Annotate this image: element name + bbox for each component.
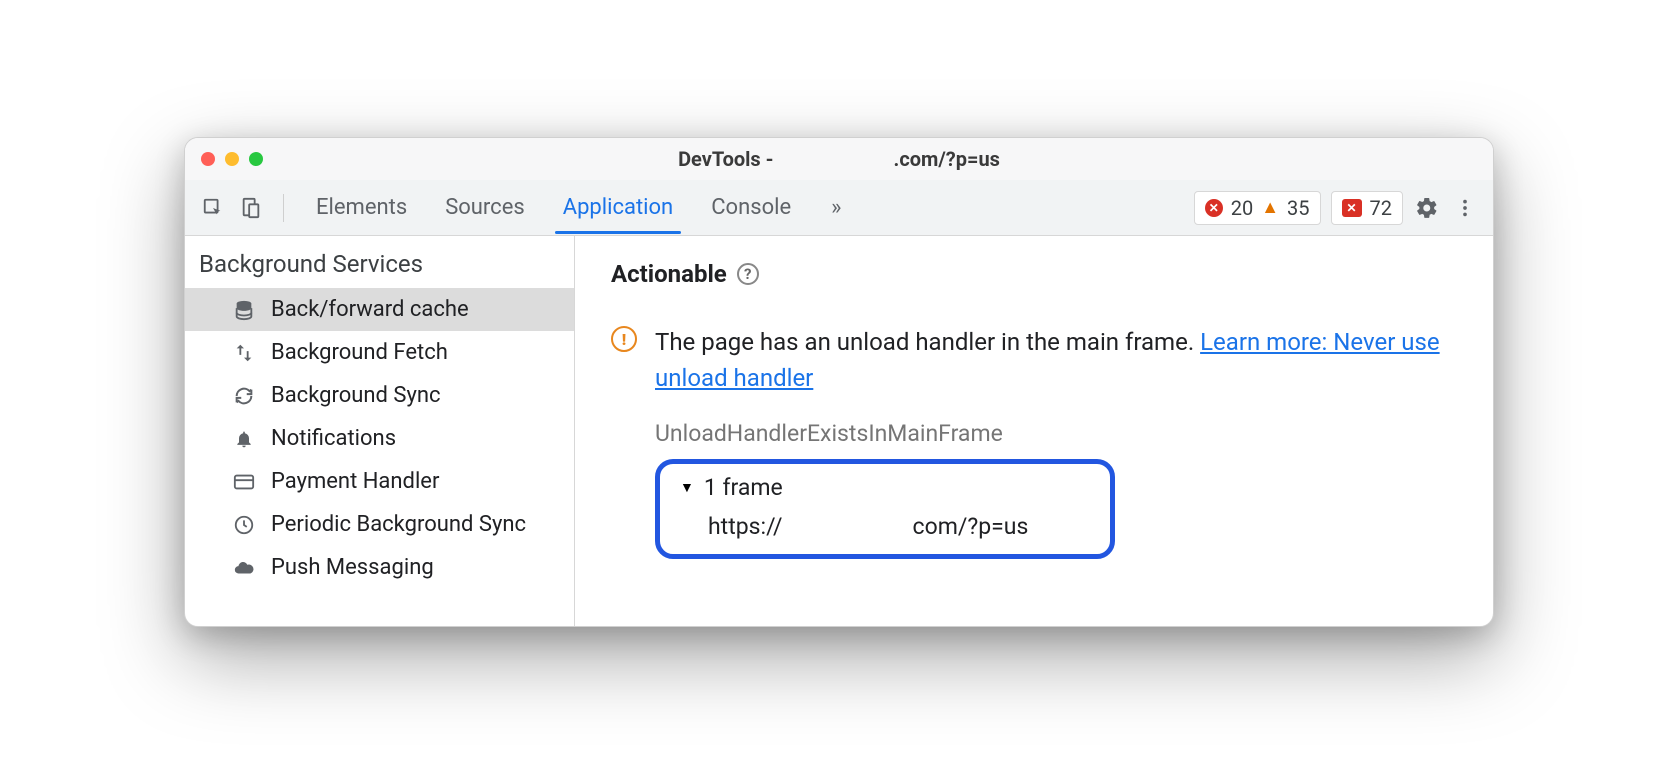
tab-console[interactable]: Console [709,183,793,232]
tab-sources[interactable]: Sources [443,183,527,232]
settings-icon[interactable] [1413,194,1441,222]
panel-tabs: Elements Sources Application Console » [314,183,841,232]
section-heading: Actionable ? [611,260,1457,288]
help-icon[interactable]: ? [737,263,759,285]
error-count: 20 [1231,196,1253,220]
sidebar-item-background-fetch[interactable]: Background Fetch [185,331,574,374]
application-sidebar: Background Services Back/forward cache B… [185,236,575,626]
sidebar-item-push-messaging[interactable]: Push Messaging [185,546,574,589]
error-icon: ✕ [1205,199,1223,217]
issue-message-text: The page has an unload handler in the ma… [655,328,1200,356]
sync-icon [231,385,257,407]
credit-card-icon [231,471,257,493]
reason-code: UnloadHandlerExistsInMainFrame [655,420,1457,447]
title-bar: DevTools - .com/?p=us [185,138,1493,180]
bell-icon [231,429,257,449]
sidebar-item-notifications[interactable]: Notifications [185,417,574,460]
toolbar-divider [283,194,284,222]
sidebar-item-label: Push Messaging [271,555,434,580]
minimize-window-button[interactable] [225,152,239,166]
sidebar-item-label: Back/forward cache [271,297,469,322]
sidebar-item-label: Background Fetch [271,340,448,365]
cloud-icon [231,557,257,579]
main-content: Actionable ? ! The page has an unload ha… [575,236,1493,626]
issue-row: ! The page has an unload handler in the … [611,324,1457,396]
sidebar-item-label: Payment Handler [271,469,439,494]
tabs-overflow-icon[interactable]: » [831,195,841,220]
more-options-icon[interactable] [1451,194,1479,222]
window-title-prefix: DevTools - [678,147,778,171]
issue-icon: ✕ [1342,199,1362,217]
sidebar-item-bfcache[interactable]: Back/forward cache [185,288,574,331]
disclosure-triangle-icon: ▼ [680,479,694,496]
issues-counter[interactable]: ✕ 72 [1331,191,1403,225]
sidebar-item-label: Periodic Background Sync [271,512,526,537]
console-counters[interactable]: ✕ 20 ▲ 35 [1194,191,1321,225]
devtools-window: DevTools - .com/?p=us Elements Sources A… [184,137,1494,627]
warning-circle-icon: ! [611,326,637,352]
warning-icon: ▲ [1261,197,1279,218]
frame-url[interactable]: https:// com/?p=us [708,513,1090,540]
database-icon [231,299,257,321]
issue-message: The page has an unload handler in the ma… [655,324,1457,396]
tab-application[interactable]: Application [561,183,675,232]
inspect-element-icon[interactable] [199,194,227,222]
sidebar-item-label: Notifications [271,426,396,451]
device-toggle-icon[interactable] [237,194,265,222]
frame-url-suffix: com/?p=us [913,513,1029,540]
issues-count: 72 [1370,196,1392,220]
frame-url-prefix: https:// [708,513,783,540]
close-window-button[interactable] [201,152,215,166]
sidebar-item-background-sync[interactable]: Background Sync [185,374,574,417]
maximize-window-button[interactable] [249,152,263,166]
window-controls [201,152,263,166]
warning-count: 35 [1287,196,1309,220]
sidebar-item-payment-handler[interactable]: Payment Handler [185,460,574,503]
sidebar-item-periodic-sync[interactable]: Periodic Background Sync [185,503,574,546]
frames-highlight-box: ▼ 1 frame https:// com/?p=us [655,459,1115,559]
sidebar-item-label: Background Sync [271,383,441,408]
frame-tree-toggle[interactable]: ▼ 1 frame [680,474,1090,501]
window-title-suffix: .com/?p=us [894,147,1000,171]
panel-body: Background Services Back/forward cache B… [185,236,1493,626]
section-heading-text: Actionable [611,260,727,288]
frame-count-label: 1 frame [704,474,783,501]
sidebar-section-heading: Background Services [185,236,574,288]
main-toolbar: Elements Sources Application Console » ✕… [185,180,1493,236]
tab-elements[interactable]: Elements [314,183,409,232]
updown-arrows-icon [231,342,257,364]
clock-icon [231,514,257,536]
window-title: DevTools - .com/?p=us [185,147,1493,171]
